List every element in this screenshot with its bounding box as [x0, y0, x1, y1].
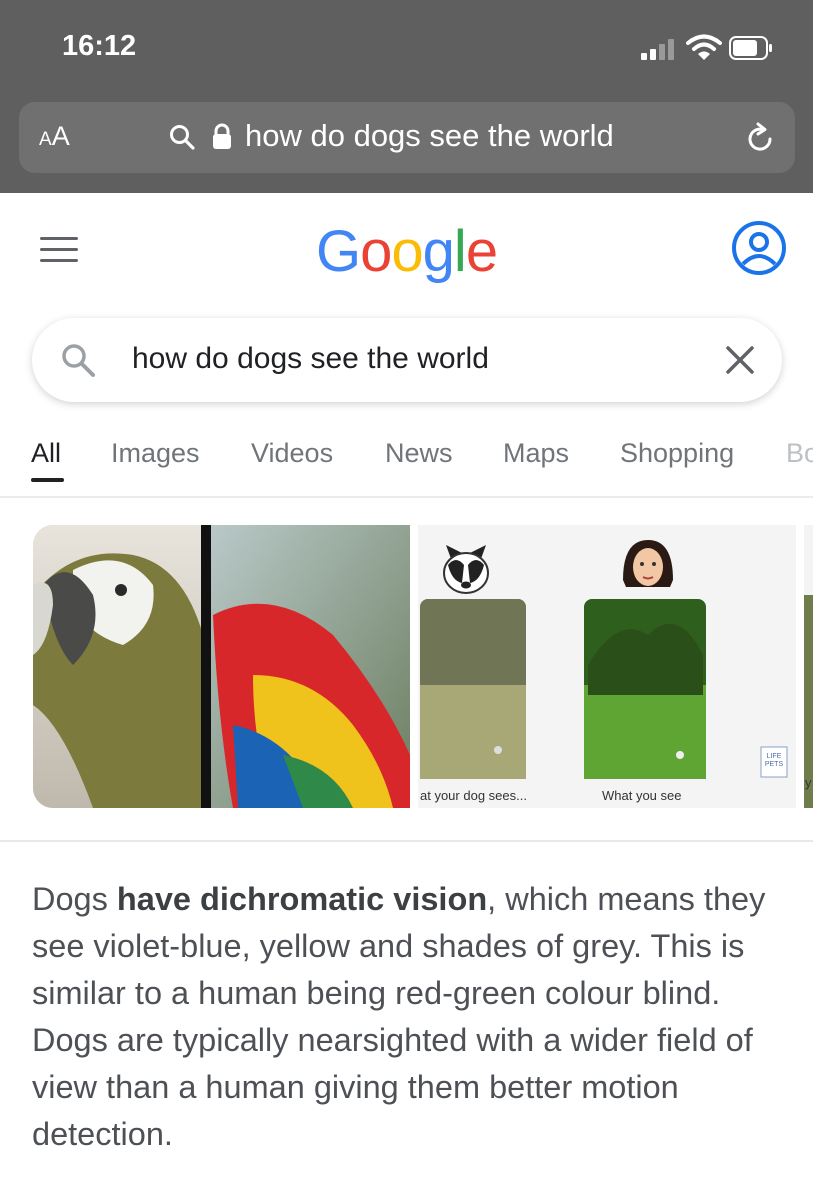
logo-letter: o	[391, 219, 423, 284]
search-icon[interactable]	[60, 342, 96, 378]
search-icon	[170, 125, 195, 150]
image-result-parrot[interactable]	[33, 525, 410, 808]
parrot-image	[33, 525, 410, 808]
snippet-highlight: have dichromatic vision	[116, 881, 488, 917]
divider	[0, 496, 813, 498]
logo-letter: g	[422, 219, 455, 284]
logo-letter: o	[360, 219, 392, 284]
account-icon[interactable]	[731, 220, 787, 276]
text-size-button[interactable]: AA	[39, 121, 70, 152]
image-result-partial[interactable]: y	[804, 525, 813, 808]
image-caption-dog: at your dog sees...	[420, 788, 527, 803]
image-caption-human: What you see	[602, 788, 682, 803]
watermark-logo: LIFE PETS	[764, 753, 784, 768]
url-text[interactable]: how do dogs see the world	[245, 118, 614, 154]
image-caption-partial: y	[805, 775, 812, 790]
logo-letter: e	[465, 219, 498, 284]
reload-icon[interactable]	[743, 122, 777, 156]
google-logo[interactable]: Google	[316, 218, 498, 285]
tab-books[interactable]: Bo	[786, 438, 813, 469]
menu-icon[interactable]	[40, 235, 78, 265]
lock-icon	[213, 123, 231, 149]
tab-maps[interactable]: Maps	[503, 438, 569, 469]
dog-vision-comparison-image	[418, 525, 796, 808]
browser-chrome: 16:12 AA how do dogs see the world	[0, 0, 813, 193]
image-result-dog-vision[interactable]: at your dog sees... What you see LIFE PE…	[418, 525, 796, 808]
tab-videos[interactable]: Videos	[251, 438, 333, 469]
wifi-icon	[686, 34, 722, 60]
status-time: 16:12	[62, 30, 137, 62]
logo-letter: G	[316, 219, 361, 284]
dog-emoji-icon	[443, 545, 489, 594]
featured-snippet: Dogs have dichromatic vision, which mean…	[32, 876, 792, 1158]
snippet-text-start: Dogs	[32, 881, 117, 917]
tab-all[interactable]: All	[31, 438, 61, 469]
close-icon[interactable]	[724, 344, 756, 376]
search-box[interactable]: how do dogs see the world	[32, 318, 782, 402]
snippet-text-end: , which means they see violet-blue, yell…	[32, 881, 766, 1152]
search-tabs: All Images Videos News Maps Shopping Bo	[0, 430, 813, 496]
cellular-signal-icon	[641, 38, 679, 60]
battery-icon	[729, 36, 772, 60]
search-input[interactable]: how do dogs see the world	[132, 342, 489, 376]
address-bar[interactable]: AA how do dogs see the world	[19, 102, 795, 173]
tab-images[interactable]: Images	[111, 438, 200, 469]
active-tab-indicator	[31, 478, 64, 482]
divider	[0, 840, 813, 842]
logo-letter: l	[453, 219, 467, 284]
tab-news[interactable]: News	[385, 438, 453, 469]
tab-shopping[interactable]: Shopping	[620, 438, 734, 469]
